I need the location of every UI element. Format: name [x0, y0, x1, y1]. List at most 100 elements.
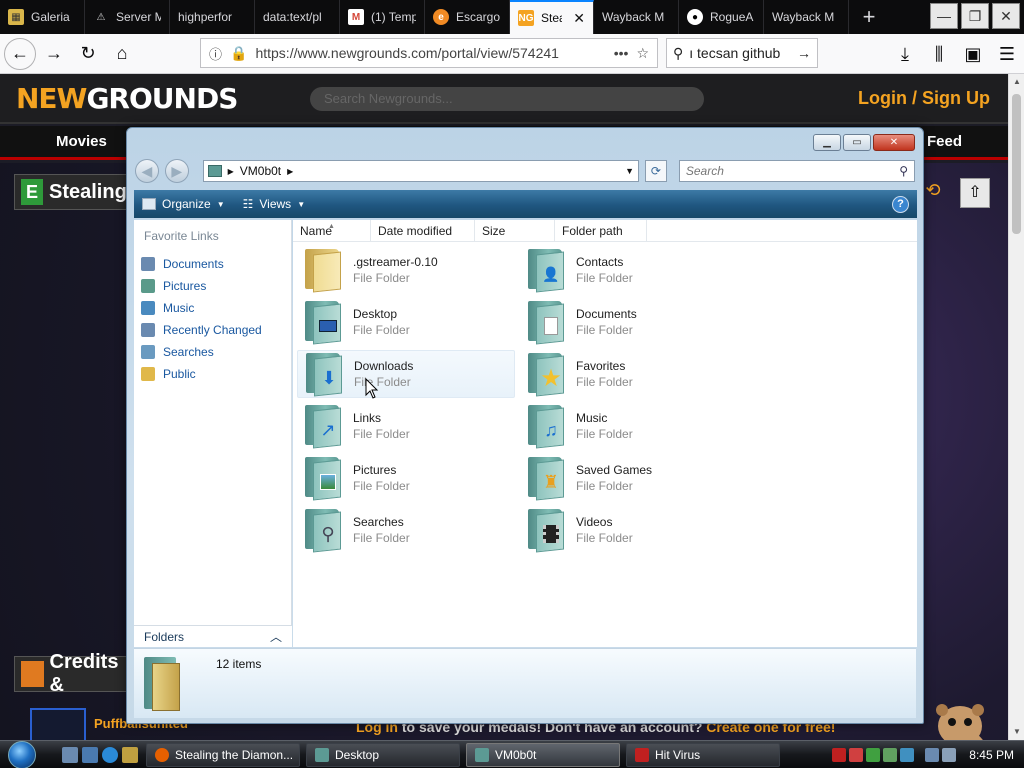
new-tab-button[interactable]: + [849, 0, 889, 34]
search-value[interactable]: ı tecsan github [689, 45, 791, 61]
folder-item-links[interactable]: ↗ Links File Folder [297, 402, 515, 450]
folder-item-music[interactable]: ♫ Music File Folder [520, 402, 738, 450]
breadcrumb-segment[interactable]: VM0b0t [240, 164, 281, 178]
close-icon[interactable]: ✕ [873, 134, 915, 151]
tray-icon-app[interactable] [900, 747, 915, 762]
nav-link-documents[interactable]: Documents [134, 253, 291, 275]
column-folder-path[interactable]: Folder path [555, 219, 647, 242]
tab-galeria[interactable]: ▦ Galeria [0, 0, 85, 34]
tray-icon-app[interactable] [883, 747, 898, 762]
reload-icon[interactable]: ↻ [72, 38, 104, 70]
breadcrumb[interactable]: ▶ VM0b0t ▶ ▼ [202, 160, 640, 182]
page-actions-icon[interactable]: ••• [614, 45, 629, 61]
nav-link-recently-changed[interactable]: Recently Changed [134, 319, 291, 341]
forward-icon[interactable]: ▶ [164, 159, 189, 183]
taskbar-clock[interactable]: 8:45 PM [969, 748, 1014, 762]
tab-wayback-1[interactable]: Wayback M [594, 0, 679, 34]
start-button[interactable] [0, 740, 44, 768]
page-scrollbar[interactable]: ▲ ▼ [1008, 74, 1024, 740]
network-icon[interactable] [925, 747, 940, 762]
nav-link-music[interactable]: Music [134, 297, 291, 319]
tab-newgrounds-active[interactable]: NG Steal ✕ [510, 0, 594, 34]
scroll-down-icon[interactable]: ▼ [1009, 724, 1024, 740]
folder-item-videos[interactable]: Videos File Folder [520, 506, 738, 554]
folder-item-pictures[interactable]: Pictures File Folder [297, 454, 515, 502]
tab-gmail[interactable]: M (1) Temp [340, 0, 425, 34]
search-input[interactable]: ⚲ ı tecsan github → [666, 38, 818, 68]
scroll-up-icon[interactable]: ▲ [1009, 74, 1024, 90]
newgrounds-search-input[interactable]: Search Newgrounds... [310, 87, 704, 111]
address-bar[interactable]: ⓘ 🔒 https://www.newgrounds.com/portal/vi… [200, 38, 658, 68]
taskbar-button-desktop[interactable]: Desktop [306, 742, 460, 767]
close-icon[interactable]: ✕ [992, 3, 1020, 29]
folder-item-saved-games[interactable]: ♜ Saved Games File Folder [520, 454, 738, 502]
taskbar-button-vm0b0t[interactable]: VM0b0t [466, 742, 620, 767]
column-name[interactable]: ▲ Name [293, 219, 371, 242]
folder-item-searches[interactable]: ⚲ Searches File Folder [297, 506, 515, 554]
nav-feed[interactable]: Feed [927, 133, 962, 150]
folder-item-documents[interactable]: Documents File Folder [520, 298, 738, 346]
quick-launch-app-icon[interactable] [122, 746, 138, 763]
back-icon[interactable]: ← [4, 37, 36, 70]
folder-item-gstreamer[interactable]: .gstreamer-0.10 File Folder [297, 246, 515, 294]
info-icon[interactable]: ⓘ [209, 44, 222, 63]
folder-item-contacts[interactable]: 👤 Contacts File Folder [520, 246, 738, 294]
restore-icon[interactable]: ❐ [961, 3, 989, 29]
menu-icon[interactable]: ☰ [990, 38, 1024, 70]
tray-icon-virus[interactable] [832, 747, 847, 762]
tray-icon-app[interactable] [866, 747, 881, 762]
tab-escargot[interactable]: e Escargo [425, 0, 510, 34]
downloads-icon[interactable]: ⤓ [888, 38, 922, 70]
folders-toggle[interactable]: Folders ︿ [134, 625, 292, 647]
breadcrumb-arrow-icon[interactable]: ▶ [287, 167, 293, 176]
internet-explorer-icon[interactable] [102, 746, 118, 763]
nav-link-searches[interactable]: Searches [134, 341, 291, 363]
tab-highperformance[interactable]: highperfor [170, 0, 255, 34]
minimize-icon[interactable]: — [930, 3, 958, 29]
newgrounds-logo[interactable]: NEWGROUNDS [16, 82, 238, 115]
column-size[interactable]: Size [475, 219, 555, 242]
tab-github[interactable]: ● RogueA [679, 0, 764, 34]
nav-link-public[interactable]: Public [134, 363, 291, 385]
search-go-icon[interactable]: → [797, 45, 811, 61]
url-text[interactable]: https://www.newgrounds.com/portal/view/5… [255, 45, 605, 61]
sidebar-icon[interactable]: ▣ [956, 38, 990, 70]
folder-item-downloads[interactable]: ⬇ Downloads File Folder [297, 350, 515, 398]
close-tab-icon[interactable]: ✕ [573, 10, 585, 27]
nav-movies[interactable]: Movies [56, 133, 107, 150]
tab-server[interactable]: ⚠ Server M [85, 0, 170, 34]
search-icon[interactable]: ⚲ [899, 164, 908, 178]
show-desktop-icon[interactable] [62, 746, 78, 763]
taskbar-button-hit-virus[interactable]: Hit Virus [626, 742, 780, 767]
maximize-icon[interactable]: ▭ [843, 134, 871, 151]
folder-item-favorites[interactable]: ★ Favorites File Folder [520, 350, 738, 398]
hit-virus-icon [635, 747, 649, 762]
author-thumbnail[interactable] [30, 708, 86, 740]
volume-icon[interactable] [942, 747, 957, 762]
refresh-icon[interactable]: ⟳ [645, 160, 667, 182]
views-button[interactable]: ☷ Views ▼ [243, 197, 305, 211]
switch-windows-icon[interactable] [82, 746, 98, 763]
nav-link-pictures[interactable]: Pictures [134, 275, 291, 297]
organize-button[interactable]: Organize ▼ [142, 197, 225, 211]
scroll-thumb[interactable] [1012, 94, 1021, 234]
tab-data-text[interactable]: data:text/pl [255, 0, 340, 34]
column-date-modified[interactable]: Date modified [371, 219, 475, 242]
explorer-search-input[interactable]: Search ⚲ [678, 160, 915, 182]
minimize-icon[interactable]: ▁ [813, 134, 841, 151]
breadcrumb-arrow-icon[interactable]: ▶ [228, 167, 234, 176]
folder-item-desktop[interactable]: Desktop File Folder [297, 298, 515, 346]
help-icon[interactable]: ? [892, 195, 909, 213]
taskbar-button-firefox[interactable]: Stealing the Diamon... [146, 742, 300, 767]
login-signup-link[interactable]: Login / Sign Up [858, 88, 990, 109]
tab-label: Server M [116, 10, 161, 24]
forward-icon[interactable]: → [38, 38, 70, 70]
bookmark-star-icon[interactable]: ☆ [636, 45, 649, 62]
tray-icon-app[interactable] [849, 747, 864, 762]
library-icon[interactable]: ⫼ [922, 38, 956, 70]
chevron-down-icon[interactable]: ▼ [625, 166, 634, 176]
back-icon[interactable]: ◀ [135, 159, 159, 183]
home-icon[interactable]: ⌂ [106, 38, 138, 70]
tab-wayback-2[interactable]: Wayback M [764, 0, 849, 34]
upload-icon[interactable]: ⇧ [960, 178, 990, 208]
